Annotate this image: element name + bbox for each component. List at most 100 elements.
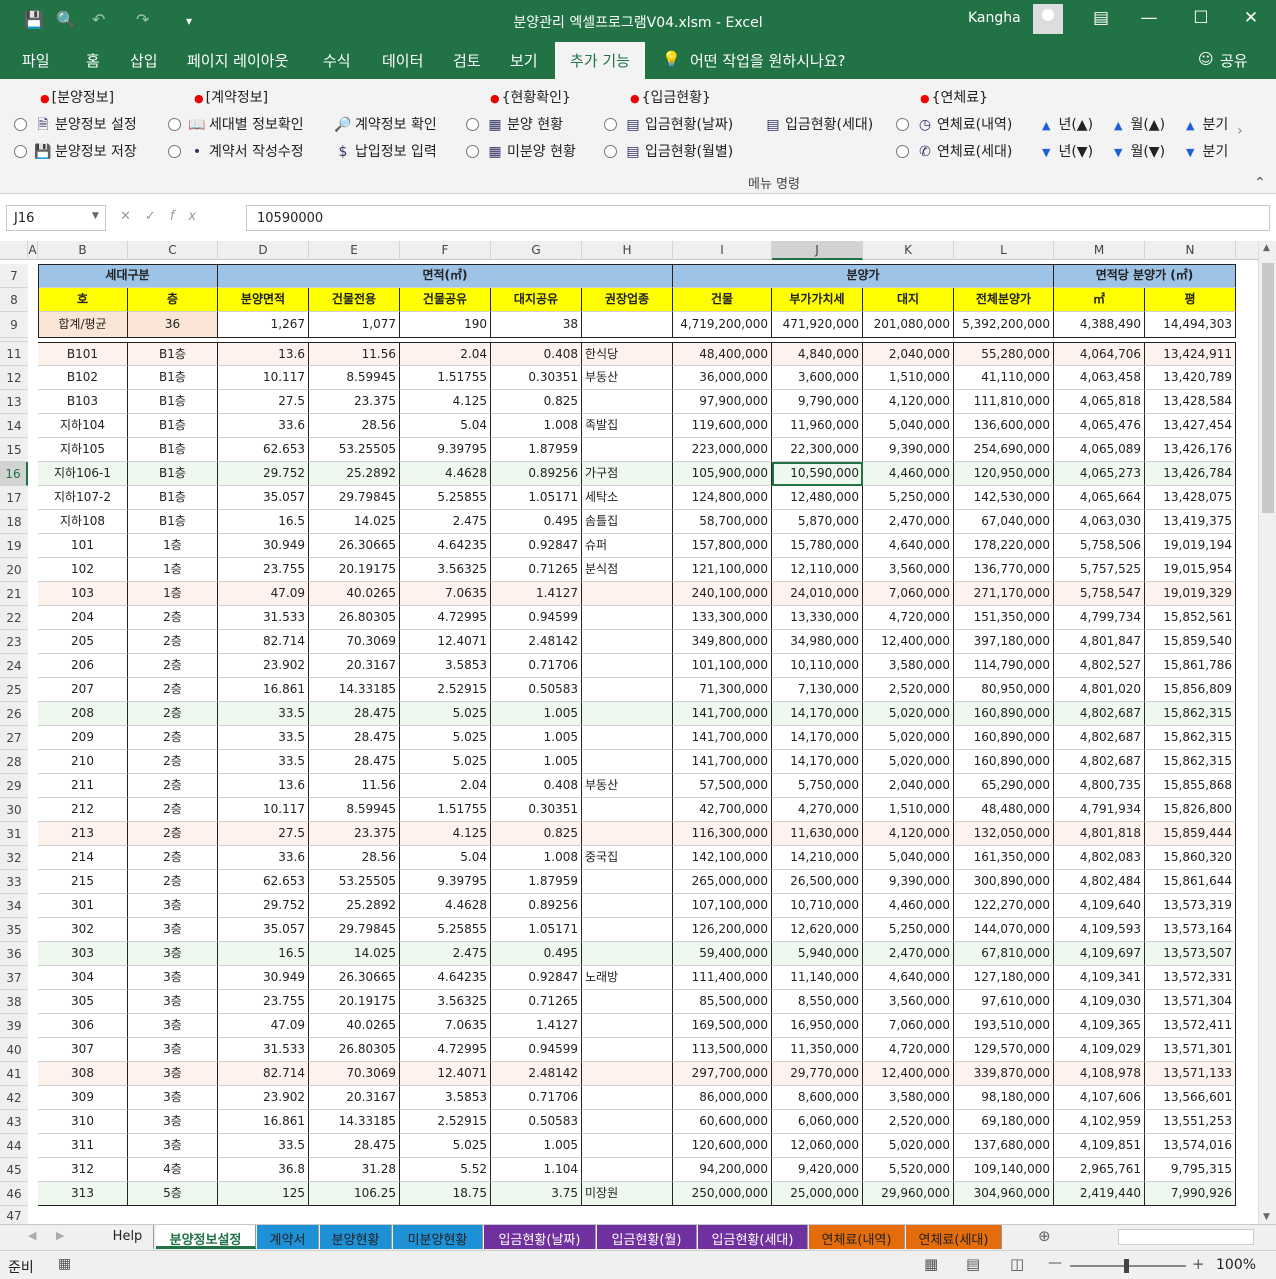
table-cell[interactable]: 4,802,687 xyxy=(1054,702,1145,726)
table-cell[interactable]: 307 xyxy=(38,1038,128,1062)
header-col-6[interactable]: 대지공유 xyxy=(491,288,582,312)
table-cell[interactable]: 2.04 xyxy=(400,342,491,366)
table-cell[interactable]: 271,170,000 xyxy=(954,582,1054,606)
table-cell[interactable]: 10.117 xyxy=(218,366,309,390)
row-header[interactable]: 37 xyxy=(0,966,28,990)
totals-cell[interactable]: 190 xyxy=(400,312,491,338)
table-cell[interactable]: 13,571,301 xyxy=(1145,1038,1236,1062)
table-cell[interactable]: 19,019,194 xyxy=(1145,534,1236,558)
maximize-button[interactable]: ☐ xyxy=(1186,8,1216,28)
table-cell[interactable]: 4.72995 xyxy=(400,1038,491,1062)
table-cell[interactable]: 2층 xyxy=(128,630,218,654)
table-cell[interactable]: 349,800,000 xyxy=(673,630,772,654)
row-header[interactable]: 19 xyxy=(0,534,28,558)
table-cell[interactable]: 142,100,000 xyxy=(673,846,772,870)
table-cell[interactable]: 지하104 xyxy=(38,414,128,438)
table-cell[interactable]: 136,770,000 xyxy=(954,558,1054,582)
table-cell[interactable]: 3,560,000 xyxy=(863,990,954,1014)
table-cell[interactable]: 1.51755 xyxy=(400,798,491,822)
table-cell[interactable]: 160,890,000 xyxy=(954,750,1054,774)
table-cell[interactable]: 120,950,000 xyxy=(954,462,1054,486)
table-cell[interactable] xyxy=(582,654,673,678)
table-cell[interactable]: 0.71706 xyxy=(491,654,582,678)
row-header[interactable]: 42 xyxy=(0,1086,28,1110)
table-cell[interactable]: 11,140,000 xyxy=(772,966,863,990)
row-header[interactable]: 27 xyxy=(0,726,28,750)
table-cell[interactable]: 67,040,000 xyxy=(954,510,1054,534)
table-cell[interactable]: 7.0635 xyxy=(400,1014,491,1038)
table-cell[interactable]: 82.714 xyxy=(218,1062,309,1086)
table-cell[interactable]: 214 xyxy=(38,846,128,870)
table-cell[interactable]: 13,551,253 xyxy=(1145,1110,1236,1134)
table-cell[interactable]: 397,180,000 xyxy=(954,630,1054,654)
table-cell[interactable]: 4.4628 xyxy=(400,462,491,486)
table-cell[interactable]: 8.59945 xyxy=(309,366,400,390)
table-cell[interactable]: 미장원 xyxy=(582,1182,673,1206)
table-cell[interactable]: 2.48142 xyxy=(491,1062,582,1086)
table-cell[interactable]: 26.30665 xyxy=(309,534,400,558)
table-cell[interactable]: 114,790,000 xyxy=(954,654,1054,678)
table-cell[interactable]: 3,580,000 xyxy=(863,1086,954,1110)
table-cell[interactable]: 0.92847 xyxy=(491,534,582,558)
table-cell[interactable]: 5층 xyxy=(128,1182,218,1206)
table-cell[interactable]: 15,860,320 xyxy=(1145,846,1236,870)
late-fee-unit-button[interactable]: ✆ 연체료(세대) xyxy=(896,141,1012,161)
table-cell[interactable]: 3층 xyxy=(128,1086,218,1110)
table-cell[interactable]: 족발집 xyxy=(582,414,673,438)
table-cell[interactable]: 71,300,000 xyxy=(673,678,772,702)
table-cell[interactable]: 3층 xyxy=(128,894,218,918)
row-header[interactable]: 30 xyxy=(0,798,28,822)
table-cell[interactable]: 55,280,000 xyxy=(954,342,1054,366)
row-header[interactable]: 47 xyxy=(0,1206,28,1224)
table-cell[interactable]: 2,520,000 xyxy=(863,678,954,702)
tab-insert[interactable]: 삽입 xyxy=(130,50,158,71)
table-cell[interactable]: 13,574,016 xyxy=(1145,1134,1236,1158)
contract-edit-button[interactable]: • 계약서 작성수정 xyxy=(168,141,304,161)
table-cell[interactable]: 11,630,000 xyxy=(772,822,863,846)
table-cell[interactable]: 47.09 xyxy=(218,582,309,606)
table-cell[interactable]: 25.2892 xyxy=(309,894,400,918)
tell-me-input[interactable]: 어떤 작업을 원하시나요? xyxy=(690,50,846,71)
scroll-up-icon[interactable]: ▲ xyxy=(1263,243,1270,253)
row-header[interactable]: 8 xyxy=(0,288,28,312)
table-cell[interactable]: 160,890,000 xyxy=(954,702,1054,726)
table-cell[interactable] xyxy=(582,942,673,966)
table-cell[interactable]: 9,795,315 xyxy=(1145,1158,1236,1182)
table-cell[interactable]: 1.05171 xyxy=(491,918,582,942)
month-down-button[interactable]: ▼ 월(▼) xyxy=(1114,141,1165,161)
table-cell[interactable]: 4,801,847 xyxy=(1054,630,1145,654)
table-cell[interactable]: 2층 xyxy=(128,678,218,702)
table-cell[interactable]: 28.475 xyxy=(309,726,400,750)
table-cell[interactable]: 2,419,440 xyxy=(1054,1182,1145,1206)
column-header-a[interactable]: A xyxy=(28,241,38,260)
table-cell[interactable]: 0.495 xyxy=(491,942,582,966)
table-cell[interactable]: 309 xyxy=(38,1086,128,1110)
table-cell[interactable]: 33.6 xyxy=(218,414,309,438)
contract-info-check-button[interactable]: 🔎 계약정보 확인 xyxy=(334,114,436,134)
table-cell[interactable]: 1.87959 xyxy=(491,870,582,894)
radio-icon[interactable] xyxy=(604,118,617,131)
table-cell[interactable]: 10,710,000 xyxy=(772,894,863,918)
table-cell[interactable]: 3,600,000 xyxy=(772,366,863,390)
header-col-4[interactable]: 건물전용 xyxy=(309,288,400,312)
row-header[interactable]: 24 xyxy=(0,654,28,678)
tab-file[interactable]: 파일 xyxy=(22,50,50,71)
table-cell[interactable]: 5.04 xyxy=(400,414,491,438)
table-cell[interactable]: 4층 xyxy=(128,1158,218,1182)
table-cell[interactable]: 30.949 xyxy=(218,534,309,558)
table-cell[interactable]: 133,300,000 xyxy=(673,606,772,630)
table-cell[interactable]: 1층 xyxy=(128,558,218,582)
table-cell[interactable]: 102 xyxy=(38,558,128,582)
table-cell[interactable]: 지하108 xyxy=(38,510,128,534)
table-cell[interactable]: 12.4071 xyxy=(400,1062,491,1086)
table-cell[interactable]: 5.025 xyxy=(400,726,491,750)
table-cell[interactable]: 13,420,789 xyxy=(1145,366,1236,390)
row-header[interactable]: 40 xyxy=(0,1038,28,1062)
table-cell[interactable]: 3층 xyxy=(128,918,218,942)
table-cell[interactable]: 5,040,000 xyxy=(863,846,954,870)
table-cell[interactable]: B102 xyxy=(38,366,128,390)
tab-view[interactable]: 보기 xyxy=(510,50,538,71)
table-cell[interactable]: 지하106-1 xyxy=(38,462,128,486)
deposit-by-month-button[interactable]: ▤ 입금현황(월별) xyxy=(604,141,733,161)
table-cell[interactable]: 2층 xyxy=(128,774,218,798)
